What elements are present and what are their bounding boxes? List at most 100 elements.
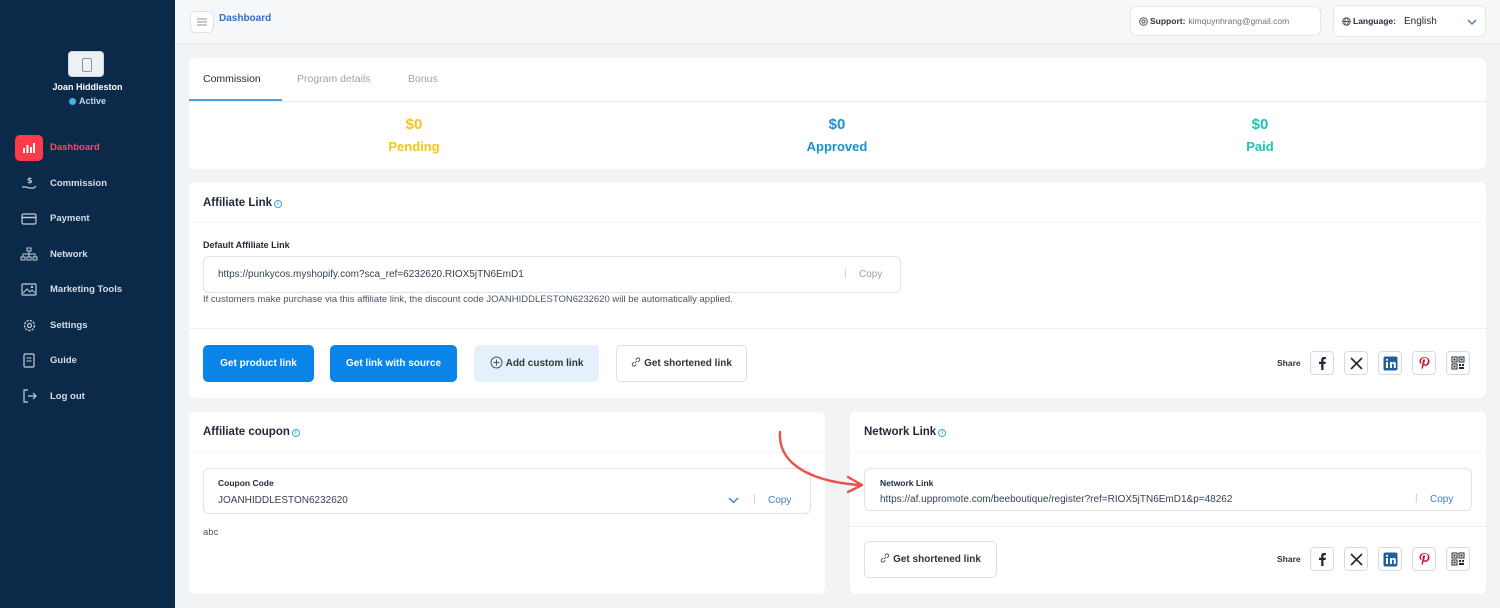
sidebar-item-network[interactable]: Network [0, 237, 175, 273]
x-icon [1349, 552, 1363, 566]
share-pinterest-button[interactable] [1412, 547, 1436, 571]
network-link-card: Network Link i Network Link https://af.up… [850, 412, 1486, 594]
hamburger-menu-button[interactable] [190, 11, 214, 33]
link-icon [631, 357, 641, 370]
stat-approved: $0 Approved [777, 116, 897, 154]
section-title-text: Affiliate coupon [203, 426, 290, 438]
image-icon [20, 282, 38, 298]
annotation-arrow [778, 430, 864, 494]
button-label: Add custom link [505, 358, 584, 369]
user-status-label: Active [78, 96, 106, 106]
language-label: Language: [1353, 16, 1396, 26]
sidebar-item-logout[interactable]: Log out [0, 379, 175, 415]
sidebar-item-guide[interactable]: Guide [0, 343, 175, 379]
affiliate-link-field[interactable]: https://punkycos.myshopify.com?sca_ref=6… [203, 256, 901, 293]
share-facebook-button[interactable] [1310, 547, 1334, 571]
share-pinterest-button[interactable] [1412, 351, 1436, 375]
network-link-field[interactable]: Network Link https://af.uppromote.com/be… [864, 468, 1472, 511]
plus-circle-icon [490, 356, 503, 372]
sidebar-item-label: Network [50, 248, 88, 260]
stat-amount: $0 [1251, 116, 1269, 133]
sidebar-item-payment[interactable]: Payment [0, 201, 175, 237]
sidebar-item-dashboard[interactable]: Dashboard [0, 130, 175, 166]
get-link-with-source-button[interactable]: Get link with source [330, 345, 457, 382]
separator: | [844, 268, 847, 279]
info-icon[interactable]: i [938, 429, 947, 437]
tab-program-details[interactable]: Program details [297, 73, 371, 85]
sidebar-item-label: Log out [50, 390, 85, 402]
linkedin-icon [1383, 356, 1397, 370]
button-label: Get shortened link [644, 358, 732, 369]
support-label: Support: [1150, 16, 1186, 26]
active-tab-indicator [189, 99, 282, 101]
add-custom-link-button[interactable]: Add custom link [474, 345, 599, 382]
language-select[interactable]: Language: English [1333, 5, 1486, 37]
chevron-down-icon[interactable] [728, 496, 739, 507]
divider [189, 222, 1486, 223]
logout-icon [20, 388, 38, 404]
share-facebook-button[interactable] [1310, 351, 1334, 375]
network-icon [20, 246, 38, 262]
breadcrumb[interactable]: Dashboard [219, 13, 271, 24]
divider [189, 452, 825, 453]
facebook-icon [1319, 357, 1326, 370]
sidebar-item-label: Marketing Tools [50, 284, 123, 296]
network-link-label: Network Link [880, 478, 934, 488]
button-label: Get shortened link [893, 554, 981, 565]
info-icon[interactable]: i [274, 200, 283, 208]
stat-pending: $0 Pending [354, 116, 474, 154]
share-x-button[interactable] [1344, 547, 1368, 571]
get-shortened-link-button[interactable]: Get shortened link [864, 541, 997, 578]
topbar: Dashboard Support: kimquynhrang@gmail.co… [175, 0, 1500, 44]
stat-label: Pending [388, 139, 440, 154]
affiliate-link-title: Affiliate Link i [203, 197, 283, 209]
qr-code-icon [1451, 552, 1465, 566]
coupon-code-field[interactable]: Coupon Code JOANHIDDLESTON6232620 | Copy [203, 468, 811, 514]
share-x-button[interactable] [1344, 351, 1368, 375]
share-linkedin-button[interactable] [1378, 547, 1402, 571]
copy-network-link-button[interactable]: Copy [1430, 494, 1453, 505]
globe-icon [1342, 16, 1351, 26]
affiliate-coupon-title: Affiliate coupon i [203, 426, 300, 438]
affiliate-link-note: If customers make purchase via this affi… [203, 294, 733, 305]
link-icon [880, 553, 890, 566]
support-email: kimquynhrang@gmail.com [1188, 16, 1290, 26]
separator: | [1415, 493, 1418, 504]
support-icon [1139, 16, 1148, 26]
default-affiliate-link-label: Default Affiliate Link [203, 240, 290, 250]
facebook-icon [1319, 553, 1326, 566]
tab-commission[interactable]: Commission [203, 73, 261, 85]
support-contact[interactable]: Support: kimquynhrang@gmail.com [1130, 6, 1321, 36]
gear-icon [20, 317, 38, 333]
user-name: Joan Hiddleston [52, 82, 123, 92]
tab-bonus[interactable]: Bonus [408, 73, 438, 85]
share-qr-code-button[interactable] [1446, 547, 1470, 571]
coupon-note: abc [203, 527, 219, 538]
tab-bar: Commission Program details Bonus [189, 58, 1486, 102]
sidebar-item-settings[interactable]: Settings [0, 308, 175, 344]
stat-amount: $0 [405, 116, 423, 133]
x-icon [1349, 356, 1363, 370]
credit-card-icon [20, 211, 38, 227]
sidebar-item-commission[interactable]: $ Commission [0, 166, 175, 202]
share-linkedin-button[interactable] [1378, 351, 1402, 375]
network-link-title: Network Link i [864, 426, 947, 438]
hamburger-icon [197, 18, 207, 26]
share-label: Share [1277, 554, 1301, 564]
coupon-code-label: Coupon Code [218, 478, 274, 488]
info-icon[interactable]: i [291, 429, 300, 437]
get-shortened-link-button[interactable]: Get shortened link [616, 345, 747, 382]
linkedin-icon [1383, 552, 1397, 566]
sidebar-item-label: Guide [50, 355, 77, 367]
stat-label: Paid [1246, 139, 1274, 154]
pinterest-icon [1419, 552, 1430, 565]
network-link-url: https://af.uppromote.com/beeboutique/reg… [880, 494, 1233, 505]
sidebar-item-marketing-tools[interactable]: Marketing Tools [0, 272, 175, 308]
avatar [68, 51, 104, 77]
divider [850, 452, 1486, 453]
get-product-link-button[interactable]: Get product link [203, 345, 314, 382]
divider [189, 328, 1486, 329]
share-qr-code-button[interactable] [1446, 351, 1470, 375]
copy-affiliate-link-button[interactable]: Copy [859, 269, 882, 280]
user-status: Active [0, 96, 175, 106]
